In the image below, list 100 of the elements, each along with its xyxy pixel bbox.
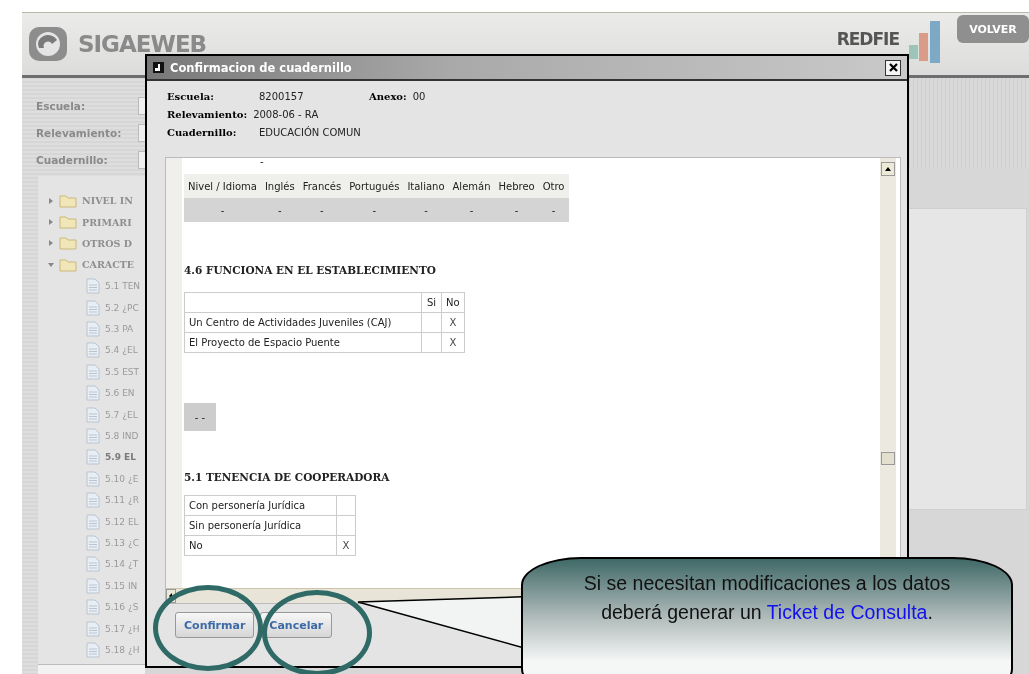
dialog-title: Confirmacion de cuadernillo [170,60,353,75]
column-header: Italiano [403,174,449,198]
callout-text: Si se necesitan modificaciones a los datos deberá generar un Ticket de Consulta. [582,571,952,625]
tree-item[interactable]: OTROS D [82,237,132,249]
field-value: 00 [412,91,426,102]
tree-item[interactable]: 5.7 ¿EL [105,409,138,420]
document-icon [86,513,100,530]
column-header: Inglés [260,174,299,198]
table-cell: Sin personería Jurídica [184,515,337,536]
scroll-up-icon[interactable] [881,162,895,176]
filter-label: Escuela: [36,100,86,112]
expand-arrow-icon[interactable] [48,240,54,247]
document-icon [86,470,100,487]
document-icon [86,299,100,316]
document-icon [86,556,100,573]
column-header: Si [421,292,442,313]
table-cell: - [345,198,404,222]
document-icon [86,577,100,594]
folder-icon [59,257,77,272]
document-icon [86,620,100,637]
tree-item[interactable]: 5.5 EST [105,366,140,377]
app-logo-text: SIGAEWEB [78,31,207,57]
bar-chart-icon [907,19,943,65]
tree-item[interactable]: 5.2 ¿PC [105,302,139,313]
scroll-thumb[interactable] [881,452,895,465]
document-icon [86,321,100,338]
scroll-left-icon[interactable] [166,589,176,603]
table-cell: - [494,198,539,222]
expand-arrow-icon[interactable] [48,197,54,204]
document-icon [86,363,100,380]
document-icon [86,599,100,616]
tree-item[interactable]: 5.6 EN [105,388,135,399]
scrollbar[interactable] [38,664,145,674]
table-cell: - [403,198,449,222]
tree-item[interactable]: 5.16 ¿S [105,602,139,613]
tree-item[interactable]: 5.9 EL [105,452,136,463]
tree-item[interactable]: 5.13 ¿C [105,537,139,548]
empty-answer: - - [184,403,216,431]
tree-item[interactable]: 5.17 ¿H [105,623,140,634]
dialog-button[interactable]: Confirmar [175,612,255,638]
input-field[interactable] [138,97,145,115]
document-icon [86,342,100,359]
input-field[interactable] [138,124,145,142]
section-title: 4.6 FUNCIONA EN EL ESTABLECIMIENTO [184,264,437,276]
tree-item[interactable]: CARACTE [82,259,135,271]
column-header: Alemán [448,174,495,198]
tree-item[interactable]: 5.14 ¿T [105,559,139,570]
brand-name: REDFIE [836,29,899,49]
tree-item[interactable]: 5.18 ¿H [105,644,140,655]
dash-text: - [260,158,265,169]
tree-item[interactable]: 5.11 ¿R [105,495,139,506]
document-icon [86,449,100,466]
expand-arrow-icon[interactable] [48,219,54,226]
filter-label: Relevamiento: [36,127,122,139]
table-cell: Un Centro de Actividades Juveniles (CAJ) [184,312,422,333]
section-title: 5.1 TENENCIA DE COOPERADORA [184,471,391,483]
field-value: 8200157 [259,91,305,102]
window-icon [153,62,164,73]
table-cell: X [336,535,356,556]
tree-item[interactable]: 5.3 PA [105,324,134,335]
field-label: Relevamiento: [167,109,248,120]
tree-item[interactable]: 5.10 ¿E [105,473,139,484]
tree-item[interactable]: 5.1 TEN [105,281,141,292]
tree-item[interactable]: 5.15 IN [105,580,138,591]
table-cell [336,495,356,516]
tree-item[interactable]: 5.8 IND [105,431,139,441]
column-header: Francés [298,174,346,198]
tree-item[interactable]: 5.12 EL [105,516,139,527]
input-field[interactable] [138,151,145,169]
table-cell: - [298,198,346,222]
column-header: No [441,292,465,313]
table-cell: X [441,312,465,333]
document-icon [86,492,100,509]
table-cell [421,332,442,353]
folder-icon [59,215,77,230]
filter-label: Cuadernillo: [36,154,108,166]
document-icon [86,641,100,658]
link[interactable]: Ticket de Consulta [766,601,928,623]
tree-item[interactable]: NIVEL IN [82,195,133,207]
tree-item[interactable]: PRIMARI [82,216,132,228]
folder-icon [59,193,77,208]
table-cell [336,515,356,536]
logo-icon [26,24,70,64]
table-cell: - [448,198,495,222]
document-icon [86,406,100,423]
field-label: Escuela: [167,91,215,102]
table-cell: Con personería Jurídica [184,495,337,516]
document-icon [86,278,100,295]
table-cell [421,312,442,333]
document-icon [86,534,100,551]
column-header: Otro [538,174,569,198]
close-button[interactable] [885,59,901,76]
field-value: 2008-06 - RA [253,109,319,120]
table-cell: No [184,535,337,556]
table-cell: - [538,198,569,222]
table-cell: El Proyecto de Espacio Puente [184,332,422,353]
dialog-button[interactable]: Cancelar [260,612,333,638]
collapse-arrow-icon[interactable] [48,261,54,268]
tree-item[interactable]: 5.4 ¿EL [105,345,138,356]
back-button[interactable]: VOLVER [957,15,1029,43]
